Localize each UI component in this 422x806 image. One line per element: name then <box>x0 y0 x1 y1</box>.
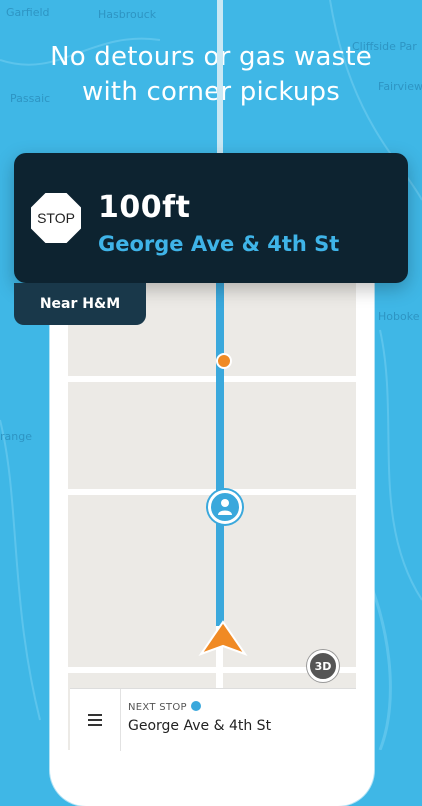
menu-icon <box>88 714 102 726</box>
near-landmark: Near H&M <box>14 283 146 325</box>
map-label: Hoboke <box>378 310 420 323</box>
map-label: Garfield <box>6 6 50 19</box>
next-stop-label: NEXT STOP <box>128 702 187 713</box>
next-stop-address: George Ave & 4th St <box>128 718 272 734</box>
pickup-pin-icon[interactable] <box>216 353 232 369</box>
stop-sign-text: STOP <box>37 210 75 226</box>
menu-button[interactable] <box>70 689 121 751</box>
vehicle-arrow-icon <box>198 620 248 656</box>
map-street <box>68 376 356 382</box>
turn-street: George Ave & 4th St <box>98 232 340 256</box>
map-label: Hasbrouck <box>98 8 157 21</box>
view-3d-button[interactable]: 3D <box>307 650 339 682</box>
headline-line-2: with corner pickups <box>82 77 340 107</box>
rider-pin-icon[interactable] <box>208 490 242 524</box>
route-line <box>216 246 224 626</box>
headline: No detours or gas waste with corner pick… <box>0 40 422 110</box>
stop-sign-icon: STOP <box>29 191 83 245</box>
turn-distance: 100ft <box>98 190 191 225</box>
next-stop-bar[interactable]: NEXT STOP George Ave & 4th St <box>70 688 356 751</box>
rider-mini-icon <box>190 701 201 711</box>
map-label: range <box>0 430 32 443</box>
headline-line-1: No detours or gas waste <box>50 42 372 72</box>
next-stop-label-row: NEXT STOP <box>128 701 201 713</box>
